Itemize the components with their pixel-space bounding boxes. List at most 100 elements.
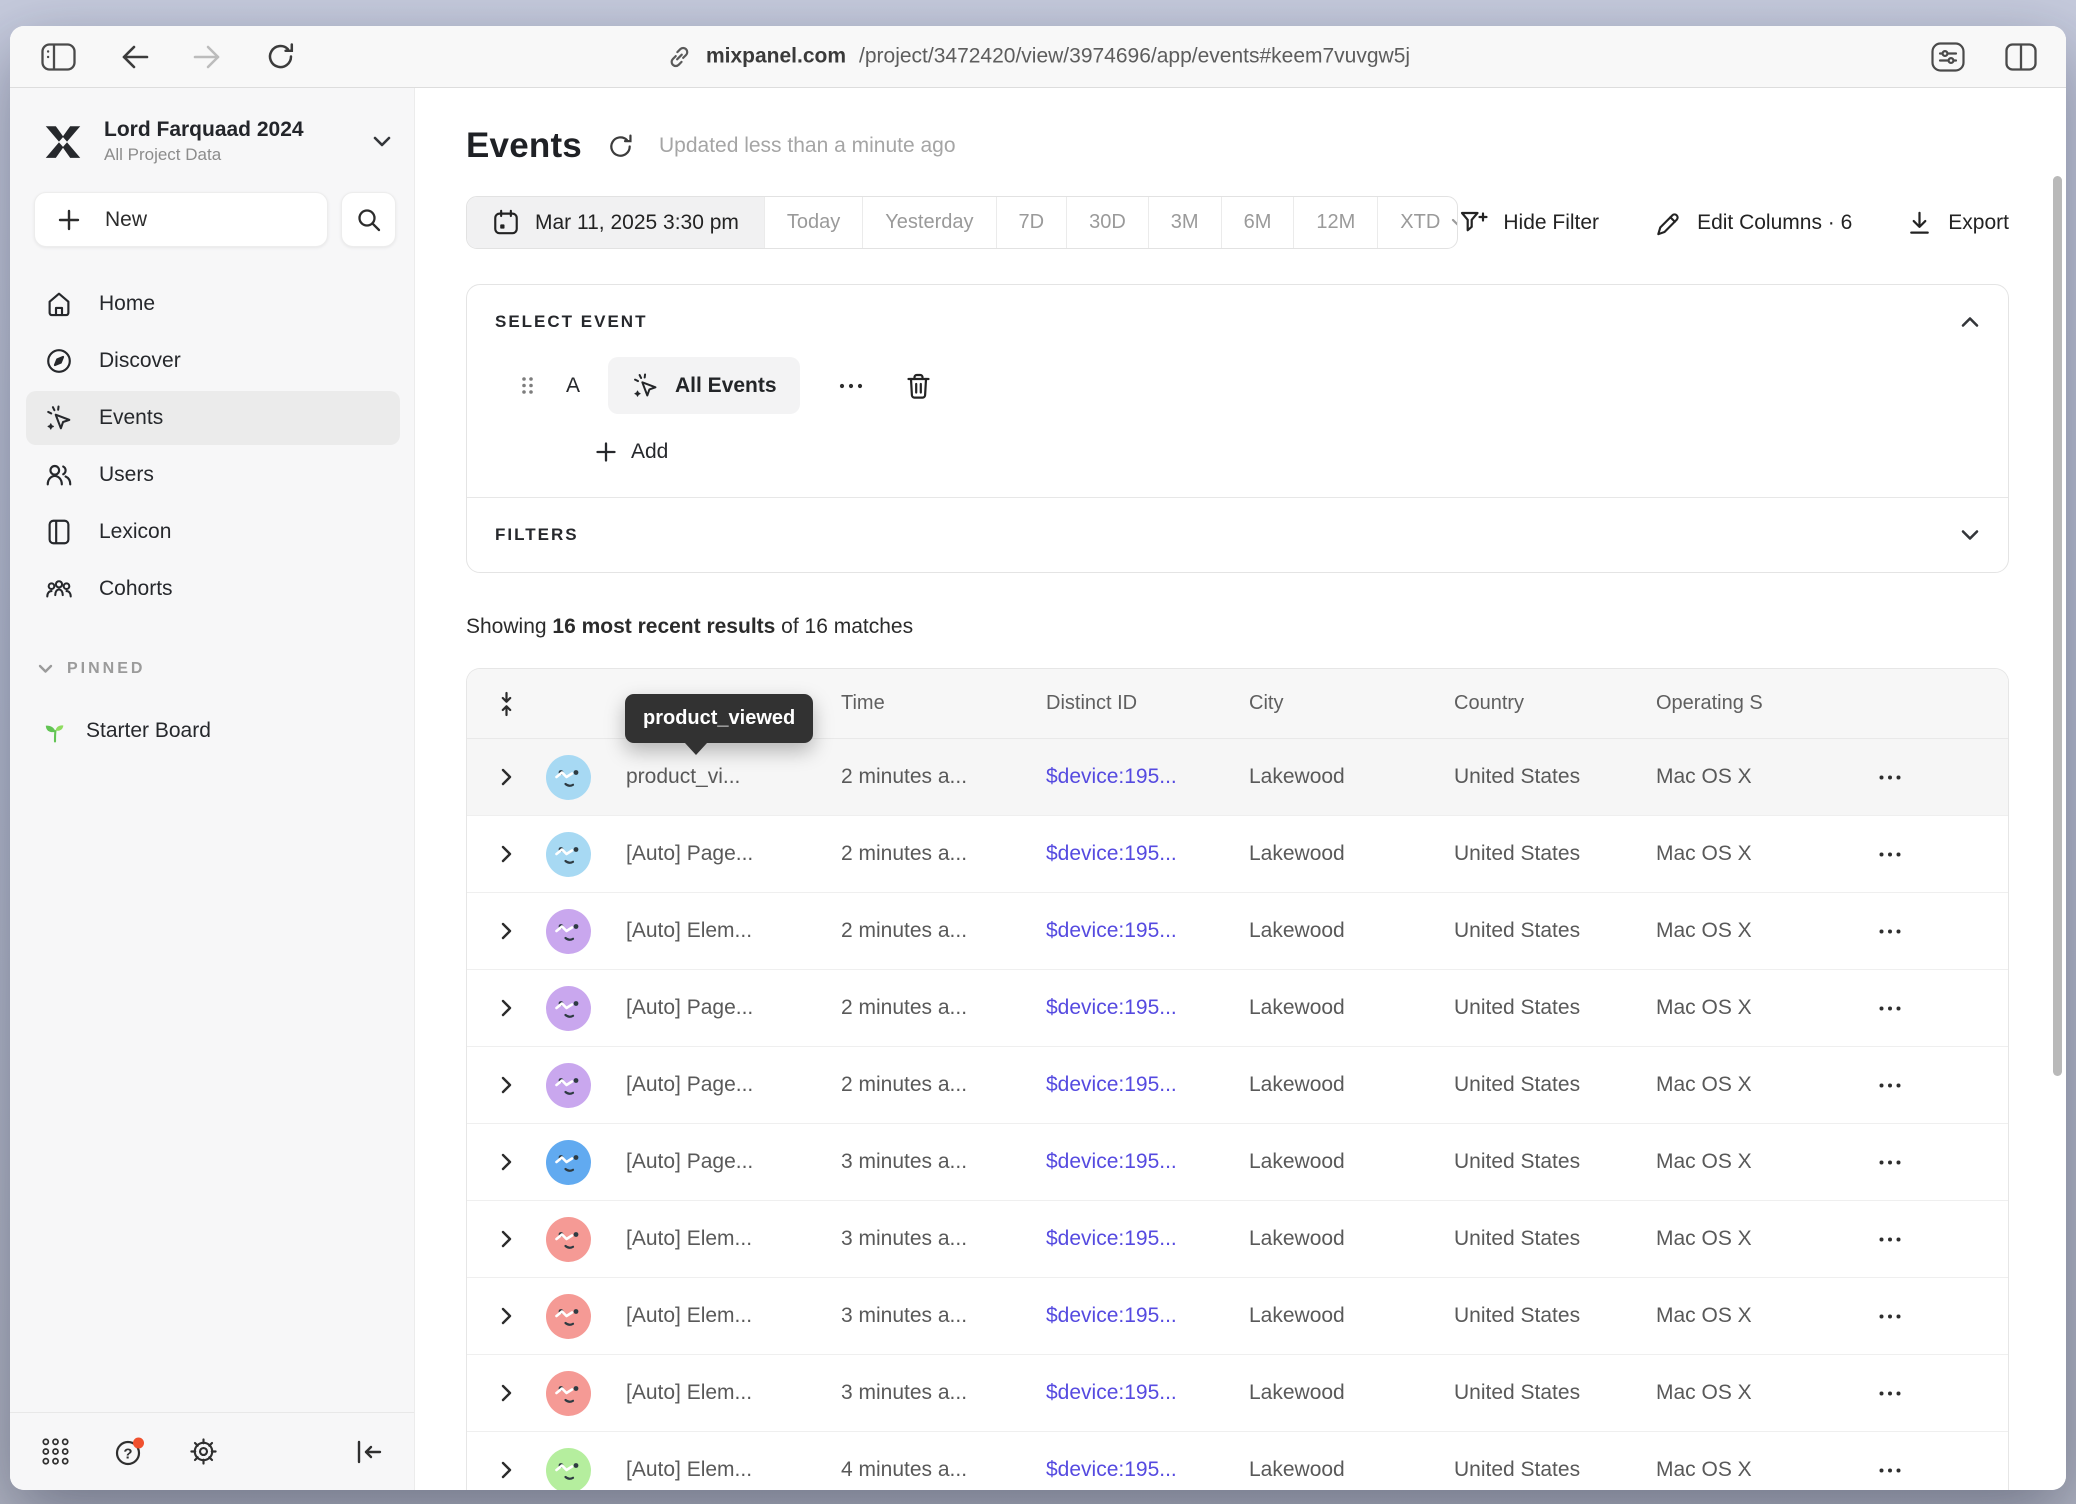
row-expand-button[interactable] [500, 1306, 513, 1326]
cell-time: 3 minutes a... [841, 1304, 1046, 1328]
cell-distinct-id-link[interactable]: $device:195... [1046, 996, 1249, 1020]
cell-os: Mac OS X [1656, 1381, 1856, 1405]
event-options-button[interactable] [838, 382, 864, 390]
row-expand-button[interactable] [500, 1229, 513, 1249]
range-7d-button[interactable]: 7D [996, 197, 1067, 248]
sidebar-item-lexicon[interactable]: Lexicon [26, 505, 400, 559]
column-header-country[interactable]: Country [1454, 692, 1656, 715]
row-actions-button[interactable] [1878, 774, 1902, 781]
sidebar-item-starter-board[interactable]: Starter Board [26, 706, 400, 756]
search-button[interactable] [341, 192, 396, 247]
table-row[interactable]: [Auto] Page... 2 minutes a... $device:19… [467, 816, 2008, 893]
row-expand-button[interactable] [500, 921, 513, 941]
collapse-rows-button[interactable] [496, 690, 517, 718]
browser-page-settings-button[interactable] [1930, 41, 1966, 73]
table-row[interactable]: [Auto] Elem... 3 minutes a... $device:19… [467, 1355, 2008, 1432]
row-actions-button[interactable] [1878, 1082, 1902, 1089]
address-bar[interactable]: mixpanel.com/project/3472420/view/397469… [666, 43, 1410, 70]
cell-distinct-id-link[interactable]: $device:195... [1046, 1150, 1249, 1174]
project-switcher[interactable]: Lord Farquaad 2024 All Project Data [10, 88, 414, 165]
row-expand-button[interactable] [500, 844, 513, 864]
table-row[interactable]: [Auto] Elem... 4 minutes a... $device:19… [467, 1432, 2008, 1490]
row-actions-button[interactable] [1878, 851, 1902, 858]
refresh-button[interactable] [606, 132, 635, 161]
range-xtd-button[interactable]: XTD [1377, 197, 1458, 248]
apps-grid-button[interactable] [40, 1436, 71, 1467]
cell-distinct-id-link[interactable]: $device:195... [1046, 842, 1249, 866]
cell-distinct-id-link[interactable]: $device:195... [1046, 1458, 1249, 1482]
pinned-section-header[interactable]: PINNED [10, 660, 414, 678]
column-header-city[interactable]: City [1249, 692, 1454, 715]
row-expand-button[interactable] [500, 1075, 513, 1095]
add-event-button[interactable]: Add [495, 440, 668, 470]
browser-reload-button[interactable] [265, 41, 296, 72]
scrollbar-thumb[interactable] [2053, 176, 2062, 1076]
table-row[interactable]: [Auto] Page... 2 minutes a... $device:19… [467, 970, 2008, 1047]
filters-section-header[interactable]: FILTERS [467, 498, 2008, 572]
select-event-collapse-button[interactable] [1960, 316, 1980, 328]
cell-distinct-id-link[interactable]: $device:195... [1046, 765, 1249, 789]
range-6m-button[interactable]: 6M [1221, 197, 1294, 248]
sidebar-collapse-button[interactable] [354, 1438, 384, 1466]
new-button[interactable]: New [34, 192, 328, 247]
row-actions-button[interactable] [1878, 1313, 1902, 1320]
cell-distinct-id-link[interactable]: $device:195... [1046, 1227, 1249, 1251]
table-row[interactable]: [Auto] Page... 2 minutes a... $device:19… [467, 1047, 2008, 1124]
users-icon [43, 460, 75, 490]
range-yesterday-button[interactable]: Yesterday [862, 197, 995, 248]
sidebar-item-discover[interactable]: Discover [26, 334, 400, 388]
range-12m-button[interactable]: 12M [1293, 197, 1377, 248]
export-button[interactable]: Export [1906, 209, 2009, 237]
cell-time: 3 minutes a... [841, 1381, 1046, 1405]
row-expand-button[interactable] [500, 1383, 513, 1403]
row-expand-button[interactable] [500, 998, 513, 1018]
board-item-label: Starter Board [86, 719, 211, 743]
cell-distinct-id-link[interactable]: $device:195... [1046, 1381, 1249, 1405]
edit-columns-button[interactable]: Edit Columns · 6 [1653, 208, 1852, 237]
range-3m-button[interactable]: 3M [1148, 197, 1221, 248]
drag-handle-icon[interactable] [519, 374, 536, 397]
event-avatar [546, 909, 591, 954]
help-button[interactable]: ? [113, 1436, 146, 1468]
pinned-label: PINNED [67, 660, 145, 678]
cell-country: United States [1454, 1304, 1656, 1328]
settings-button[interactable] [188, 1436, 219, 1467]
cell-distinct-id-link[interactable]: $device:195... [1046, 1304, 1249, 1328]
range-today-button[interactable]: Today [764, 197, 862, 248]
row-expand-button[interactable] [500, 1460, 513, 1480]
browser-forward-button[interactable] [192, 43, 223, 71]
sidebar-item-home[interactable]: Home [26, 277, 400, 331]
hide-filter-button[interactable]: Hide Filter [1458, 208, 1599, 237]
row-expand-button[interactable] [500, 767, 513, 787]
row-actions-button[interactable] [1878, 928, 1902, 935]
date-picker-button[interactable]: Mar 11, 2025 3:30 pm [467, 197, 764, 248]
table-row[interactable]: [Auto] Page... 3 minutes a... $device:19… [467, 1124, 2008, 1201]
row-expand-button[interactable] [500, 1152, 513, 1172]
row-actions-button[interactable] [1878, 1005, 1902, 1012]
chevron-up-icon [1960, 316, 1980, 328]
column-header-distinct-id[interactable]: Distinct ID [1046, 692, 1249, 715]
range-30d-button[interactable]: 30D [1066, 197, 1148, 248]
cell-time: 2 minutes a... [841, 1073, 1046, 1097]
cell-distinct-id-link[interactable]: $device:195... [1046, 919, 1249, 943]
event-selector-chip[interactable]: All Events [608, 357, 800, 414]
sidebar-item-events[interactable]: Events [26, 391, 400, 445]
sidebar-item-users[interactable]: Users [26, 448, 400, 502]
browser-back-button[interactable] [119, 43, 150, 71]
table-row[interactable]: [Auto] Elem... 2 minutes a... $device:19… [467, 893, 2008, 970]
column-header-os[interactable]: Operating S [1656, 692, 1856, 715]
table-row[interactable]: [Auto] Elem... 3 minutes a... $device:19… [467, 1201, 2008, 1278]
row-actions-button[interactable] [1878, 1159, 1902, 1166]
row-actions-button[interactable] [1878, 1467, 1902, 1474]
chevron-right-icon [500, 1229, 513, 1249]
sidebar-bottom-bar: ? [10, 1412, 414, 1490]
sidebar-item-cohorts[interactable]: Cohorts [26, 562, 400, 616]
row-actions-button[interactable] [1878, 1390, 1902, 1397]
cell-distinct-id-link[interactable]: $device:195... [1046, 1073, 1249, 1097]
delete-event-button[interactable] [904, 371, 933, 401]
table-row[interactable]: [Auto] Elem... 3 minutes a... $device:19… [467, 1278, 2008, 1355]
column-header-time[interactable]: Time [841, 692, 1046, 715]
browser-sidebar-toggle-button[interactable] [40, 41, 77, 73]
browser-split-view-button[interactable] [2004, 42, 2038, 72]
row-actions-button[interactable] [1878, 1236, 1902, 1243]
